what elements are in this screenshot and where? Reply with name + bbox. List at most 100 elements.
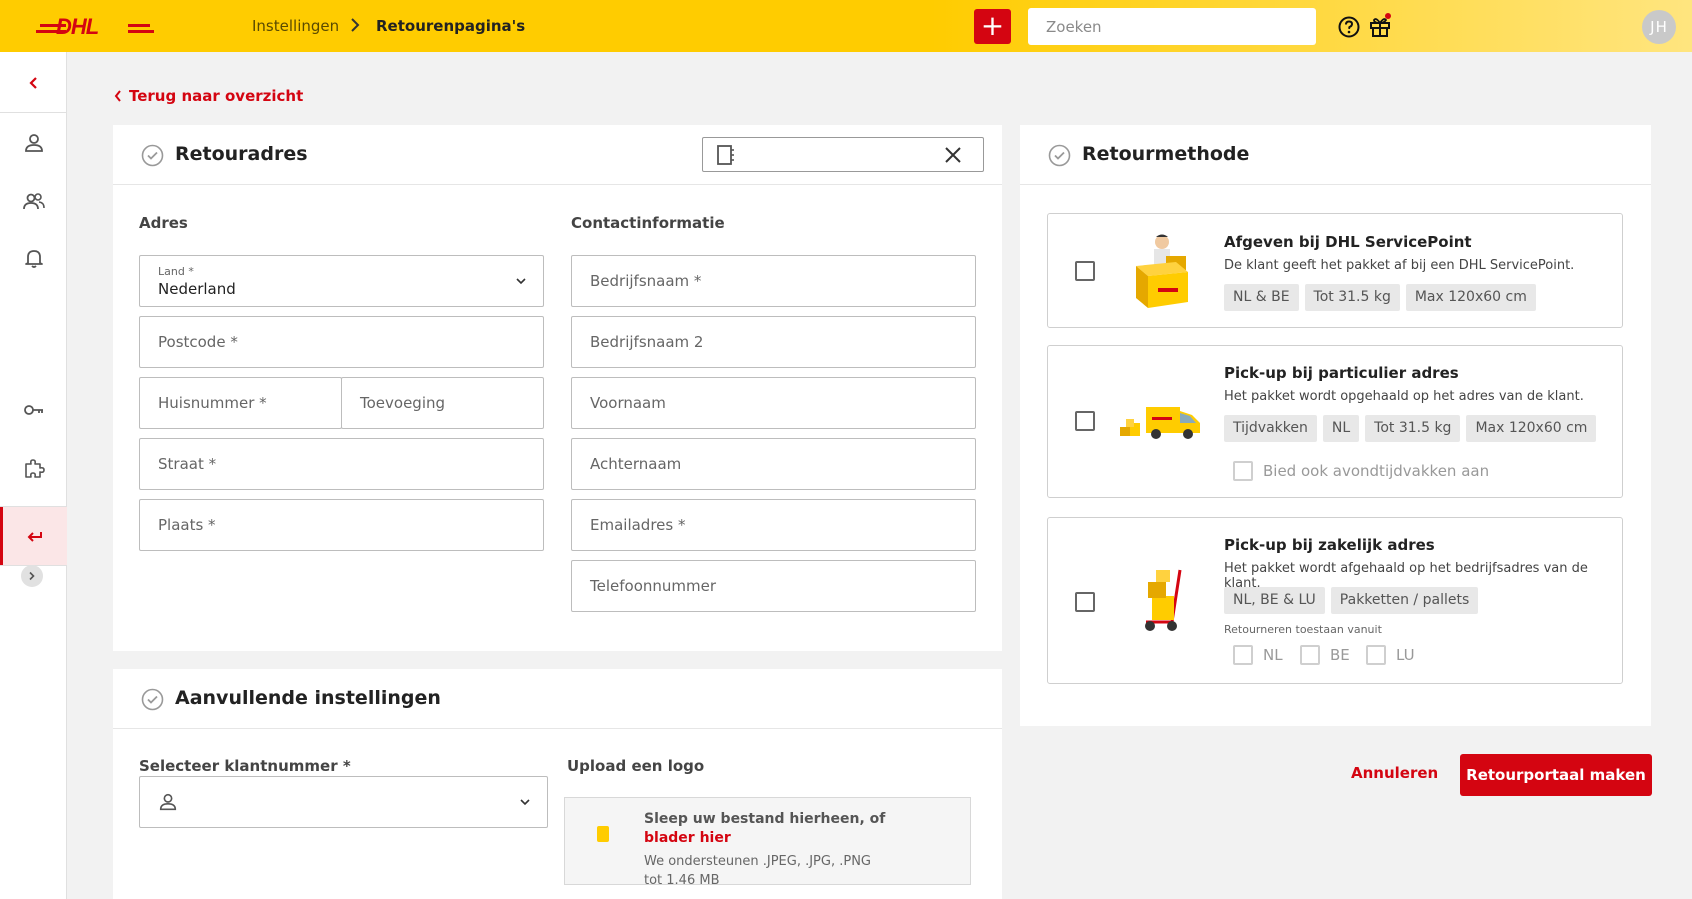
address-book-icon [717, 145, 734, 165]
tag: NL [1322, 415, 1360, 442]
method-tags: NL & BE Tot 31.5 kg Max 120x60 cm [1224, 284, 1536, 311]
avatar[interactable]: JH [1642, 10, 1676, 44]
contact-section-label: Contactinformatie [571, 214, 725, 232]
phone-field[interactable]: Telefoonnummer [571, 560, 976, 612]
country-option-lu[interactable]: LU [1366, 645, 1415, 665]
lastname-field[interactable]: Achternaam [571, 438, 976, 490]
browse-link[interactable]: blader hier [644, 830, 731, 846]
user-icon [24, 134, 43, 152]
evening-slots-label: Bied ook avondtijdvakken aan [1263, 462, 1490, 480]
evening-slots-checkbox[interactable] [1233, 461, 1253, 481]
additional-settings-card: Aanvullende instellingen Selecteer klant… [113, 669, 1002, 899]
return-address-card: Retouradres Adres Contactinformatie Land… [113, 125, 1002, 651]
back-link[interactable]: Terug naar overzicht [114, 87, 303, 105]
street-field[interactable]: Straat * [139, 438, 544, 490]
dhl-logo[interactable]: DHL [36, 12, 154, 40]
tag: Max 120x60 cm [1466, 415, 1597, 442]
evening-slots-option[interactable]: Bied ook avondtijdvakken aan [1233, 461, 1489, 481]
country-label: BE [1330, 646, 1350, 664]
company-field[interactable]: Bedrijfsnaam * [571, 255, 976, 307]
method-tags: NL, BE & LU Pakketten / pallets [1224, 587, 1479, 614]
method-business-pickup[interactable]: Pick-up bij zakelijk adres Het pakket wo… [1047, 517, 1623, 684]
country-checkbox[interactable] [1366, 645, 1386, 665]
country-checkbox[interactable] [1300, 645, 1320, 665]
upload-size: tot 1.46 MB [644, 873, 720, 888]
card-title: Aanvullende instellingen [175, 687, 441, 709]
addition-field[interactable]: Toevoeging [341, 377, 544, 429]
method-checkbox[interactable] [1075, 411, 1095, 431]
sidebar-item-keys[interactable] [0, 382, 67, 438]
help-icon[interactable] [1338, 16, 1360, 38]
country-option-be[interactable]: BE [1300, 645, 1350, 665]
logo-text: DHL [56, 14, 99, 39]
country-option-nl[interactable]: NL [1233, 645, 1283, 665]
address-section-label: Adres [139, 214, 188, 232]
method-title: Pick-up bij particulier adres [1224, 364, 1459, 382]
postcode-field[interactable]: Postcode * [139, 316, 544, 368]
method-description: Het pakket wordt opgehaald op het adres … [1224, 389, 1584, 404]
sidebar-item-profile[interactable] [0, 115, 67, 171]
sidebar-expand-button[interactable] [21, 565, 43, 587]
country-select[interactable]: Land * Nederland [139, 255, 544, 307]
tag: NL, BE & LU [1224, 587, 1325, 614]
country-label: Land * [158, 265, 194, 278]
countries-label: Retourneren toestaan vanuit [1224, 623, 1382, 636]
company2-field[interactable]: Bedrijfsnaam 2 [571, 316, 976, 368]
card-title: Retourmethode [1082, 143, 1250, 165]
customer-number-label: Selecteer klantnummer * [139, 757, 351, 775]
upload-formats: We ondersteunen .JPEG, .JPG, .PNG [644, 854, 871, 869]
method-description: De klant geeft het pakket af bij een DHL… [1224, 258, 1575, 273]
country-label: NL [1263, 646, 1283, 664]
notification-dot [1385, 13, 1391, 19]
address-book-search[interactable] [702, 137, 984, 172]
close-icon[interactable] [944, 146, 962, 164]
method-checkbox[interactable] [1075, 592, 1095, 612]
method-title: Pick-up bij zakelijk adres [1224, 536, 1435, 554]
add-button[interactable]: + [974, 9, 1011, 44]
upload-title: Sleep uw bestand hierheen, of [644, 811, 886, 827]
method-servicepoint[interactable]: Afgeven bij DHL ServicePoint De klant ge… [1047, 213, 1623, 328]
tag: Tijdvakken [1224, 415, 1317, 442]
logo-dropzone[interactable]: Sleep uw bestand hierheen, of blader hie… [564, 797, 971, 888]
chevron-right-icon [350, 18, 360, 36]
servicepoint-illustration [1136, 234, 1188, 308]
city-field[interactable]: Plaats * [139, 499, 544, 551]
customer-number-select[interactable] [139, 776, 548, 828]
file-icon [597, 826, 609, 842]
card-title: Retouradres [175, 143, 308, 165]
chevron-down-icon [520, 799, 530, 806]
email-field[interactable]: Emailadres * [571, 499, 976, 551]
sidebar-item-users[interactable] [0, 173, 67, 229]
create-portal-button[interactable]: Retourportaal maken [1460, 754, 1652, 796]
chevron-left-icon [114, 90, 121, 102]
country-label: LU [1396, 646, 1415, 664]
sidebar-item-notifications[interactable] [0, 230, 67, 286]
puzzle-icon [24, 459, 45, 478]
breadcrumb-settings[interactable]: Instellingen [252, 17, 339, 35]
back-link-label: Terug naar overzicht [129, 87, 304, 105]
firstname-field[interactable]: Voornaam [571, 377, 976, 429]
tag: NL & BE [1224, 284, 1299, 311]
method-private-pickup[interactable]: Pick-up bij particulier adres Het pakket… [1047, 345, 1623, 498]
return-method-card: Retourmethode Afgeven bij DHL ServicePoi… [1020, 125, 1651, 726]
sidebar-item-returns[interactable] [0, 507, 67, 565]
search-input[interactable] [1028, 8, 1316, 45]
check-circle-icon [1048, 144, 1071, 167]
upload-label: Upload een logo [567, 757, 705, 775]
method-checkbox[interactable] [1075, 261, 1095, 281]
cancel-button[interactable]: Annuleren [1351, 764, 1438, 782]
check-circle-icon [141, 144, 164, 167]
chevron-right-icon [29, 571, 35, 581]
return-icon [27, 532, 42, 542]
check-circle-icon [141, 688, 164, 711]
sidebar-collapse[interactable] [0, 55, 67, 111]
top-bar: DHL Instellingen Retourenpagina's + JH [0, 0, 1692, 52]
method-tags: Tijdvakken NL Tot 31.5 kg Max 120x60 cm [1224, 415, 1597, 442]
tag: Max 120x60 cm [1405, 284, 1536, 311]
tag: Tot 31.5 kg [1304, 284, 1400, 311]
country-checkbox[interactable] [1233, 645, 1253, 665]
sidebar-item-integrations[interactable] [0, 440, 67, 496]
tag: Tot 31.5 kg [1365, 415, 1461, 442]
user-icon [159, 793, 177, 811]
housenumber-field[interactable]: Huisnummer * [139, 377, 342, 429]
